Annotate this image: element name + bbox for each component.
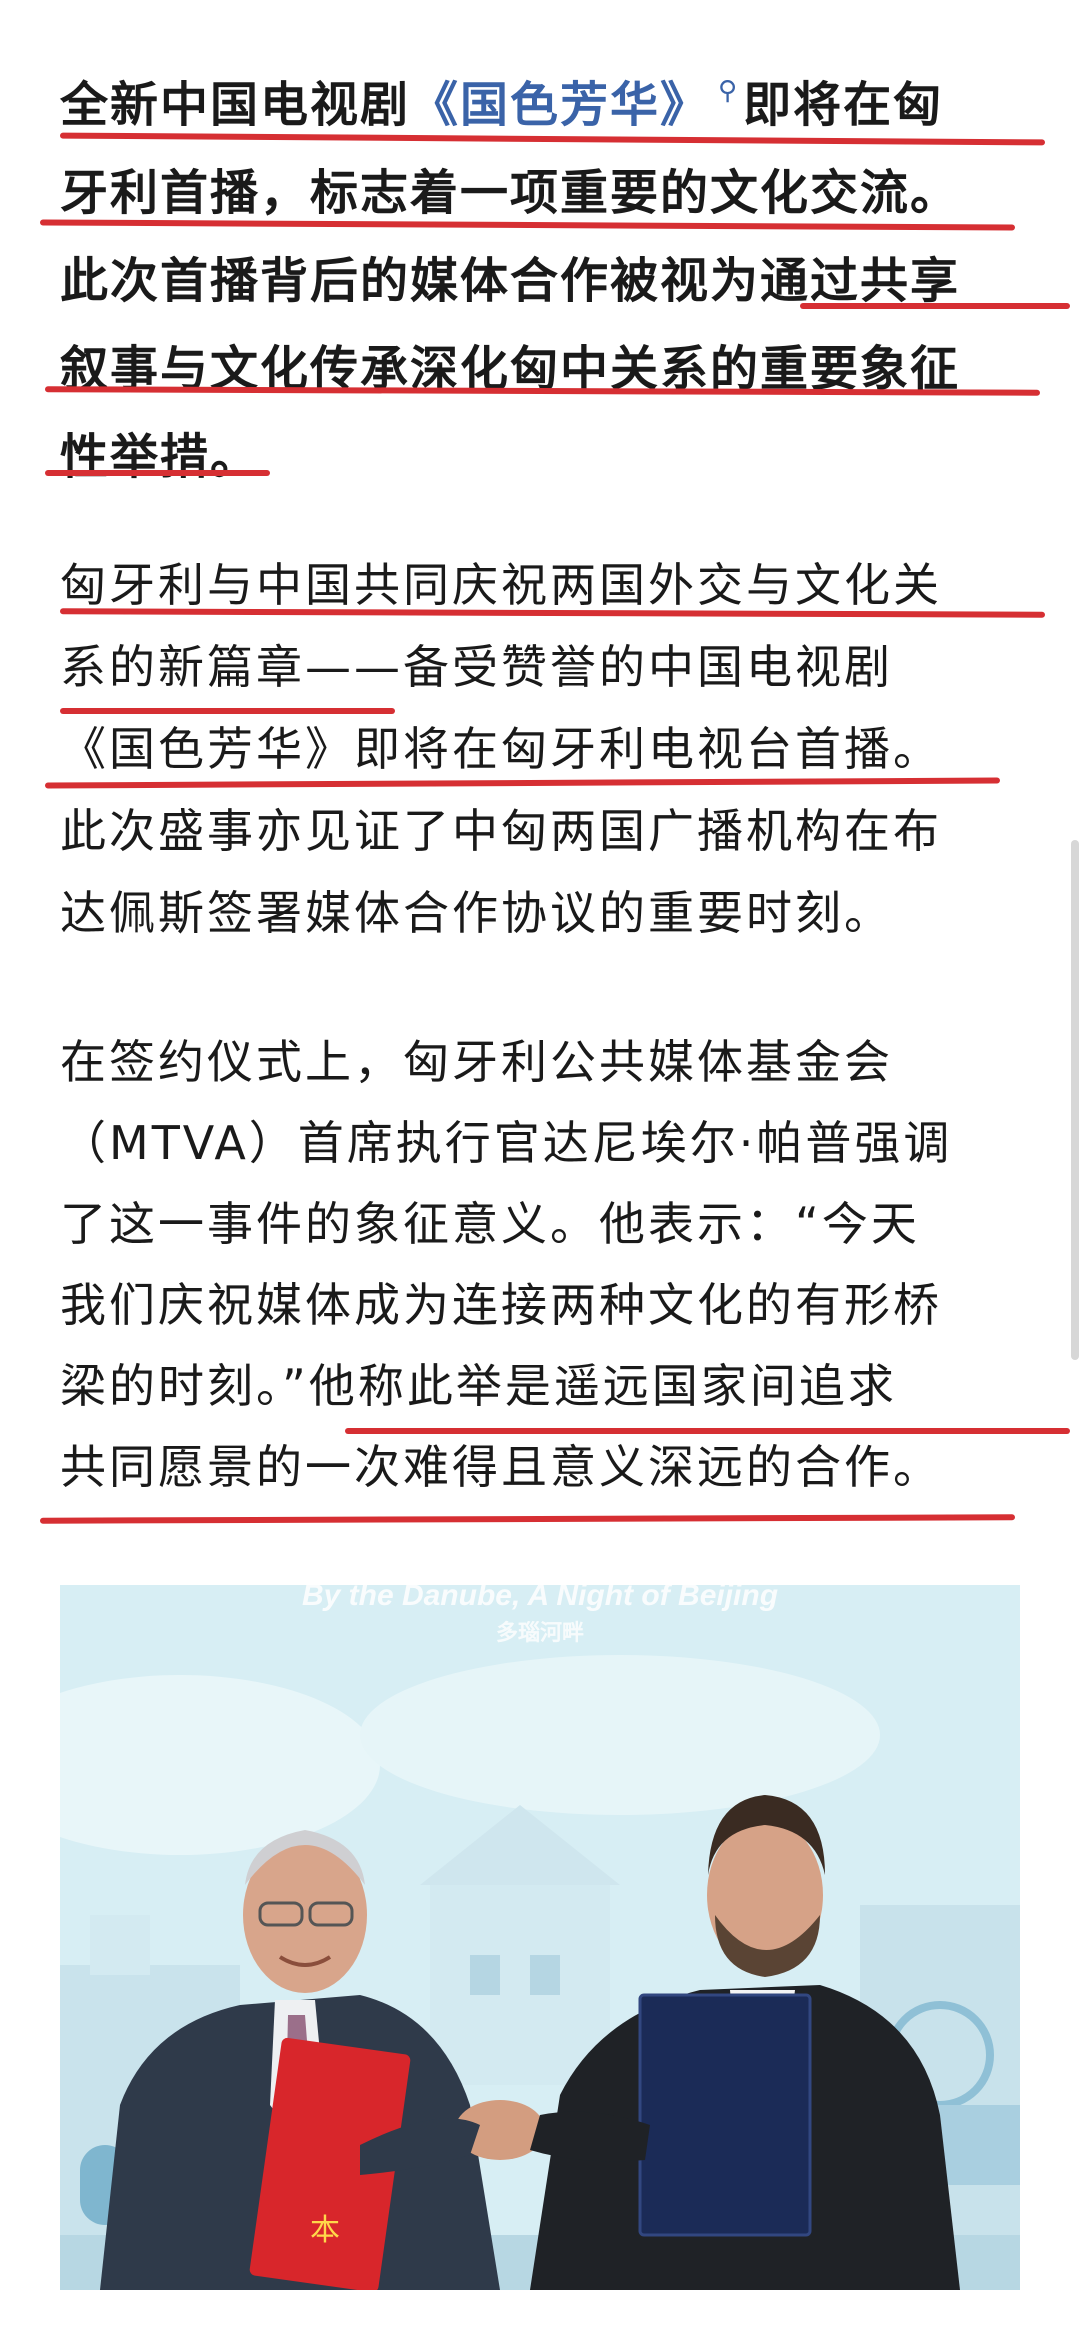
- article-page: 全新中国电视剧《国色芳华》 ⚲即将在匈 牙利首播，标志着一项重要的文化交流。 此次…: [0, 0, 1079, 2336]
- paragraph-1-line-4: 叙事与文化传承深化匈中关系的重要象征: [60, 341, 961, 397]
- underline-mark: [39, 1514, 1016, 1524]
- underline-mark: [345, 1428, 1070, 1434]
- paragraph-3-line-4: 我们庆祝媒体成为连接两种文化的有形桥: [60, 1278, 942, 1332]
- paragraph-2-line-3: 《国色芳华》即将在匈牙利电视台首播。: [60, 722, 942, 776]
- paragraph-3-line-3: 了这一事件的象征意义。他表示：“今天: [60, 1197, 920, 1251]
- paragraph-1-line-3: 此次首播背后的媒体合作被视为通过共享: [60, 253, 961, 309]
- paragraph-3-line-1: 在签约仪式上，匈牙利公共媒体基金会: [60, 1035, 893, 1089]
- underline-mark: [60, 708, 395, 714]
- text-span: 即将在匈: [743, 77, 944, 133]
- underline-mark: [45, 470, 270, 476]
- paragraph-1-line-5: 性举措。: [60, 429, 261, 485]
- folder-text: 本: [310, 2213, 340, 2248]
- photo-scene: 本: [60, 1585, 1020, 2290]
- paragraph-2-line-2: 系的新篇章——备受赞誉的中国电视剧: [60, 640, 893, 694]
- banner-title: By the Danube, A Night of Beijing: [301, 1585, 779, 1612]
- text-span: 全新中国电视剧: [60, 77, 411, 133]
- paragraph-3-line-2: （MTVA）首席执行官达尼埃尔·帕普强调: [60, 1116, 953, 1170]
- banner-subtitle: 多瑙河畔: [495, 1621, 584, 1646]
- paragraph-2-line-5: 达佩斯签署媒体合作协议的重要时刻。: [60, 886, 893, 940]
- scrollbar[interactable]: [1071, 840, 1079, 1360]
- drama-title-link[interactable]: 《国色芳华》: [410, 77, 710, 133]
- paragraph-2-line-4: 此次盛事亦见证了中匈两国广播机构在布: [60, 804, 942, 858]
- search-icon[interactable]: ⚲: [718, 76, 739, 106]
- signing-ceremony-photo[interactable]: 本 By the Danube, A Night of Beijing 多瑙河畔: [60, 1585, 1020, 2290]
- underline-mark: [800, 303, 1070, 309]
- paragraph-3-line-6: 共同愿景的一次难得且意义深远的合作。: [60, 1440, 942, 1494]
- paragraph-3-line-5: 梁的时刻。”他称此举是遥远国家间追求: [60, 1359, 897, 1413]
